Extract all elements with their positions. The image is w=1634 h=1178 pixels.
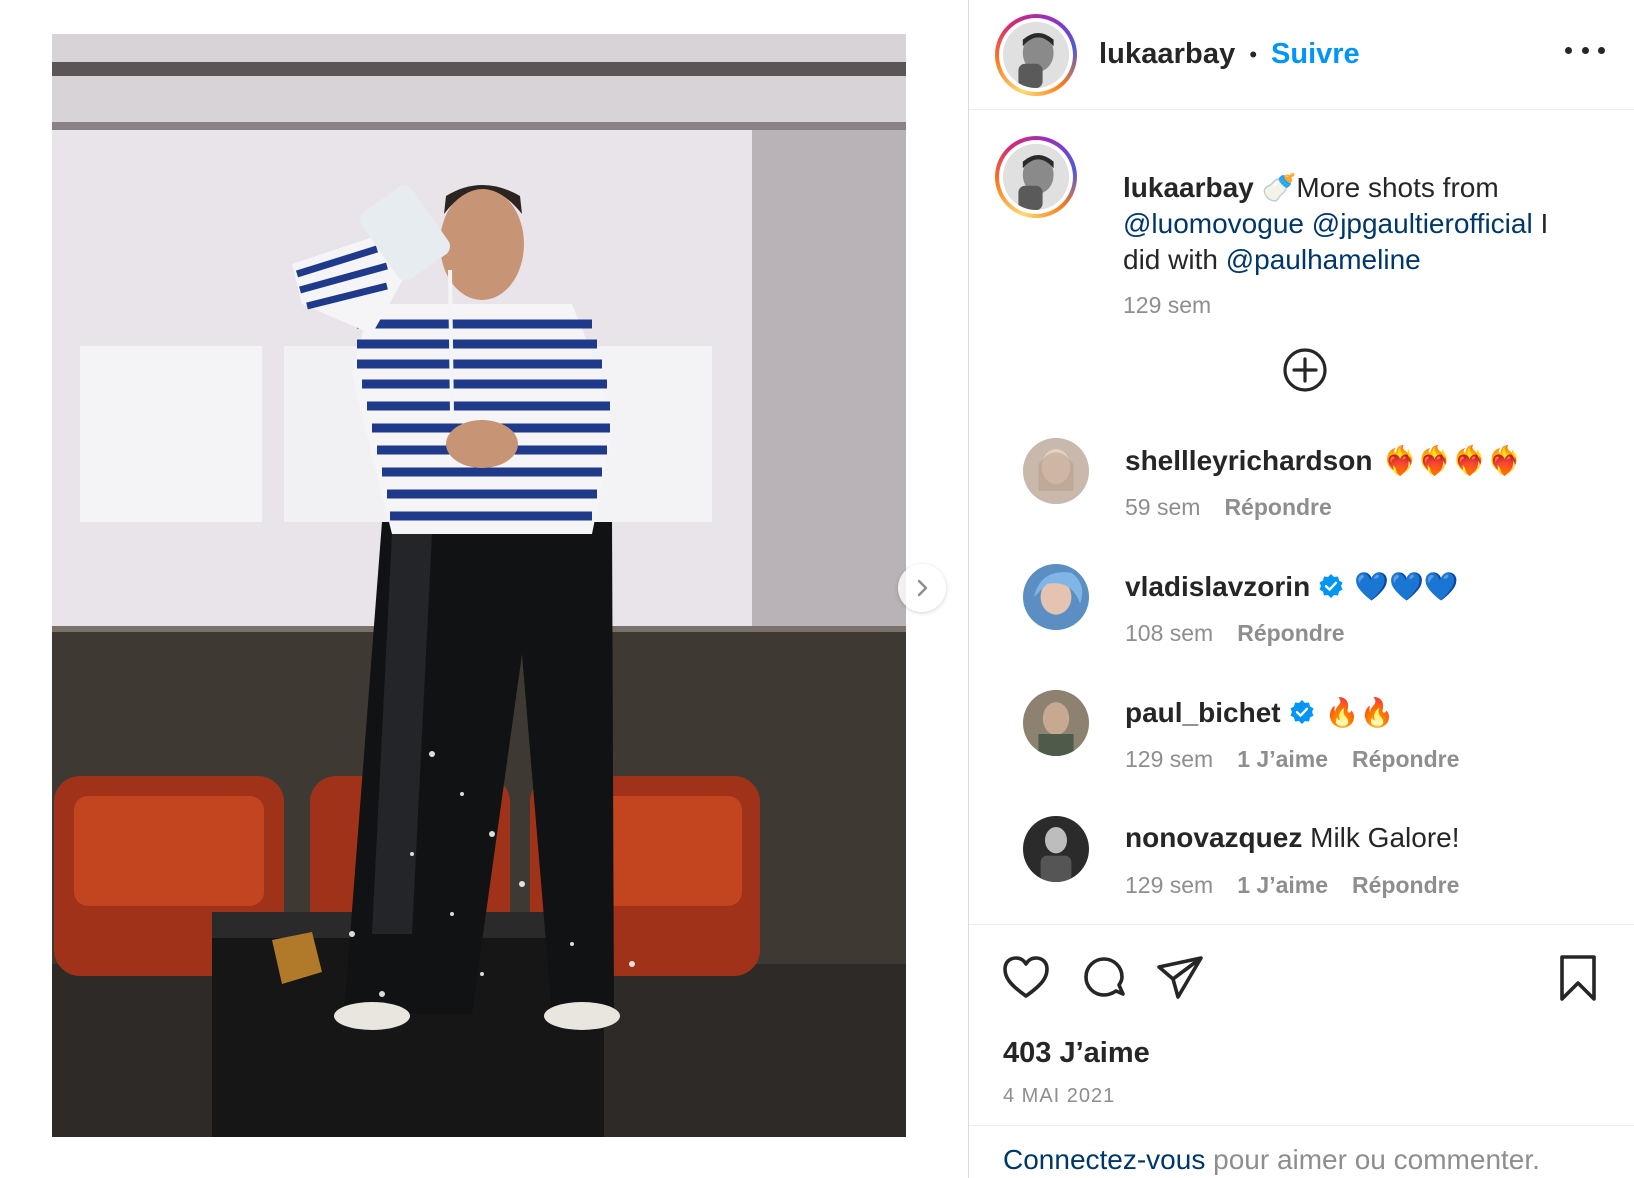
comment-text: 🔥🔥 [1324,697,1395,728]
chevron-right-icon [917,579,928,597]
caption-username[interactable]: lukaarbay [1123,172,1254,203]
reply-button[interactable]: Répondre [1352,746,1459,772]
comment-line: vladislavzorin 💙💙💙 [1125,570,1459,603]
comment-button[interactable] [1079,953,1129,1003]
comment-time: 108 sem [1125,620,1214,646]
author-avatar-image [1003,21,1069,88]
author-username[interactable]: lukaarbay [1099,38,1235,71]
commenter-avatar[interactable] [1023,816,1089,882]
comment-icon [1084,957,1125,997]
follow-button[interactable]: Suivre [1271,38,1360,71]
comment-meta: 59 sem Répondre [1125,494,1356,521]
comment-item: vladislavzorin 💙💙💙 108 sem Répondre [995,564,1615,674]
next-photo-button[interactable] [898,564,946,612]
comment-line: nonovazquez Milk Galore! [1125,822,1460,854]
caption-text: lukaarbay 🍼More shots from @luomovogue @… [1123,170,1593,278]
post-side-panel: lukaarbay • Suivre lukaarbay 🍼More shots… [968,0,1634,1178]
comment-text: ❤️‍🔥❤️‍🔥❤️‍🔥❤️‍🔥 [1382,445,1522,476]
heart-icon [1003,956,1049,998]
post-photo[interactable] [52,34,906,1137]
post-date: 4 MAI 2021 [1003,1085,1116,1107]
mention-luomovogue[interactable]: @luomovogue [1123,208,1304,239]
comment-item: nonovazquez Milk Galore! 129 sem 1 J’aime… [995,816,1615,924]
reply-button[interactable]: Répondre [1237,620,1344,646]
comment-item: paul_bichet 🔥🔥 129 sem 1 J’aime Répondre [995,690,1615,800]
comment-time: 129 sem [1125,872,1214,898]
media-area [0,0,968,1178]
share-button[interactable] [1155,953,1205,1003]
comment-username[interactable]: paul_bichet [1125,697,1281,728]
login-prompt: Connectez-vous pour aimer ou commenter. [969,1125,1634,1178]
caption-text-before: More shots from [1296,172,1499,203]
comment-text: 💙💙💙 [1354,571,1459,602]
caption-avatar-image [1003,144,1069,210]
author-avatar[interactable] [995,13,1077,96]
verified-badge-icon [1319,574,1343,598]
comment-username[interactable]: shellleyrichardson [1125,445,1372,476]
post-photo-illustration [52,34,906,1137]
comment-item: shellleyrichardson ❤️‍🔥❤️‍🔥❤️‍🔥❤️‍🔥 59 se… [995,438,1615,548]
comment-meta: 108 sem Répondre [1125,620,1369,647]
comment-meta: 129 sem 1 J’aime Répondre [1125,872,1483,899]
send-icon [1157,956,1203,999]
like-button[interactable] [1001,953,1051,1003]
baby-bottle-emoji: 🍼 [1261,172,1297,203]
save-button[interactable] [1553,953,1603,1003]
caption-avatar[interactable] [995,136,1077,218]
commenter-avatar[interactable] [1023,564,1089,630]
login-link[interactable]: Connectez-vous [1003,1144,1205,1175]
comment-username[interactable]: vladislavzorin [1125,571,1310,602]
mention-paulhameline[interactable]: @paulhameline [1226,244,1421,275]
commenter-avatar[interactable] [1023,438,1089,504]
bookmark-icon [1560,955,1596,1001]
verified-badge-icon [1290,700,1314,724]
reply-button[interactable]: Répondre [1224,494,1331,520]
comment-line: shellleyrichardson ❤️‍🔥❤️‍🔥❤️‍🔥❤️‍🔥 [1125,444,1522,477]
comments-section[interactable]: lukaarbay 🍼More shots from @luomovogue @… [969,110,1634,924]
comment-meta: 129 sem 1 J’aime Répondre [1125,746,1483,773]
comment-time: 129 sem [1125,746,1214,772]
mention-jpgaultierofficial[interactable]: @jpgaultierofficial [1312,208,1533,239]
comment-line: paul_bichet 🔥🔥 [1125,696,1394,729]
reply-button[interactable]: Répondre [1352,872,1459,898]
comment-time: 59 sem [1125,494,1201,520]
separator-dot: • [1249,41,1258,67]
commenter-avatar[interactable] [1023,690,1089,756]
comment-likes-count[interactable]: 1 J’aime [1237,872,1328,898]
comment-likes-count[interactable]: 1 J’aime [1237,746,1328,772]
plus-circle-icon [1283,348,1327,392]
load-more-comments-button[interactable] [1281,346,1329,394]
post-header: lukaarbay • Suivre [969,0,1634,110]
login-prompt-text: pour aimer ou commenter. [1205,1144,1540,1175]
comment-username[interactable]: nonovazquez [1125,822,1302,853]
post-actions: 403 J’aime 4 MAI 2021 Connectez-vous pou… [969,924,1634,1178]
likes-count[interactable]: 403 J’aime [1003,1037,1150,1070]
more-options-icon[interactable] [1565,40,1605,60]
caption-time: 129 sem [1123,292,1212,318]
comment-text: Milk Galore! [1310,822,1460,853]
